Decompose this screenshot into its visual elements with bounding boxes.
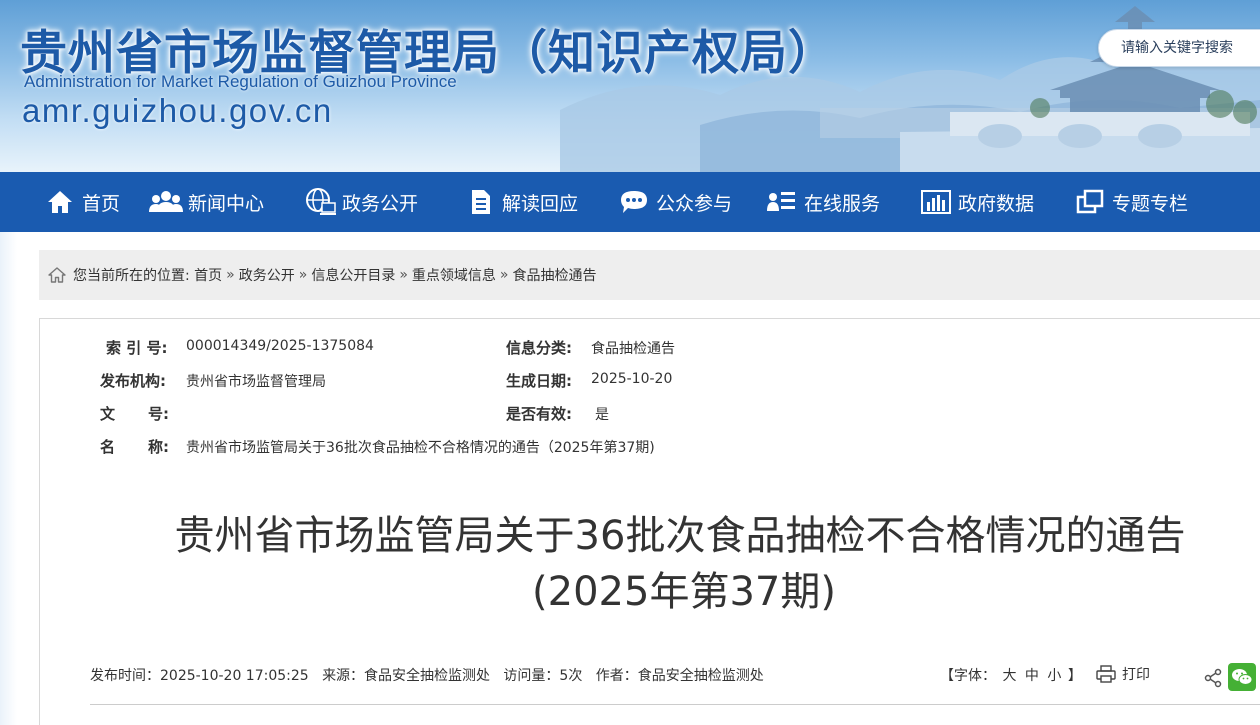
- breadcrumb-prefix: 您当前所在的位置:: [73, 268, 190, 284]
- windows-icon: [1072, 187, 1108, 217]
- docno-label-a: 文: [100, 405, 116, 423]
- font-size-control: 【字体： 大 中 小 】: [940, 665, 1082, 685]
- nav-item-gov-data[interactable]: 政府数据: [918, 172, 1034, 232]
- name-label-a: 名: [100, 438, 116, 456]
- print-button[interactable]: 打印: [1096, 664, 1150, 684]
- breadcrumb-link-food-inspection[interactable]: 食品抽检通告: [512, 265, 596, 285]
- home-outline-icon: [47, 265, 67, 285]
- index-value: 000014349/2025-1375084: [186, 338, 374, 354]
- date-label: 生成日期:: [506, 372, 572, 390]
- nav-item-interpretation[interactable]: 解读回应: [462, 172, 578, 232]
- search-box[interactable]: [1098, 29, 1260, 67]
- header-banner: 贵州省市场监督管理局（知识产权局） Administration for Mar…: [0, 0, 1260, 172]
- document-title-line1: 贵州省市场监管局关于36批次食品抽检不合格情况的通告: [174, 513, 1186, 559]
- share-icon[interactable]: [1203, 668, 1223, 688]
- publisher-value: 贵州省市场监督管理局: [186, 374, 326, 390]
- breadcrumb: 您当前所在的位置: 首页 » 政务公开 » 信息公开目录 » 重点领域信息 » …: [39, 250, 1260, 300]
- site-subtitle: Administration for Market Regulation of …: [24, 72, 457, 91]
- index-label: 索 引 号:: [106, 339, 168, 357]
- valid-label: 是否有效:: [506, 405, 572, 423]
- view-count: 访问量：5次: [503, 668, 583, 684]
- breadcrumb-separator: »: [499, 267, 509, 283]
- wechat-share-icon[interactable]: [1228, 663, 1256, 691]
- nav-label: 解读回应: [502, 192, 579, 215]
- nav-label: 首页: [82, 192, 121, 215]
- font-size-medium-button[interactable]: 中: [1025, 668, 1039, 684]
- font-size-close: 】: [1067, 668, 1082, 684]
- nav-label: 专题专栏: [1112, 192, 1189, 215]
- category-value: 食品抽检通告: [591, 341, 675, 357]
- nav-label: 政务公开: [342, 192, 419, 215]
- font-size-large-button[interactable]: 大: [1002, 668, 1016, 684]
- nav-item-online-service[interactable]: 在线服务: [764, 172, 880, 232]
- globe-computer-icon: [302, 187, 338, 217]
- font-size-small-button[interactable]: 小: [1047, 668, 1061, 684]
- main-nav: 首页 新闻中心 政务公开 解读回应 公众参与 在线服务 政府数据 专题专栏: [0, 172, 1260, 232]
- nav-item-news[interactable]: 新闻中心: [148, 172, 264, 232]
- printer-icon: [1096, 665, 1116, 683]
- article-author: 作者：食品安全抽检监测处: [595, 668, 764, 684]
- date-value: 2025-10-20: [591, 371, 673, 387]
- breadcrumb-link-key-areas[interactable]: 重点领域信息: [412, 265, 496, 285]
- article-info-bar: 发布时间：2025-10-20 17:05:25 来源：食品安全抽检监测处 访问…: [90, 665, 764, 685]
- valid-value: 是: [595, 407, 609, 423]
- breadcrumb-separator: »: [298, 267, 308, 283]
- home-icon: [42, 187, 78, 217]
- chat-bubble-icon: [616, 187, 652, 217]
- nav-label: 在线服务: [804, 192, 881, 215]
- docno-label-b: 号:: [148, 405, 169, 423]
- publisher-label: 发布机构:: [100, 372, 166, 390]
- nav-label: 公众参与: [656, 192, 733, 215]
- people-icon: [148, 187, 184, 217]
- name-label-b: 称:: [148, 438, 169, 456]
- breadcrumb-link-catalog[interactable]: 信息公开目录: [311, 265, 395, 285]
- nav-item-gov-affairs[interactable]: 政务公开: [302, 172, 418, 232]
- category-label: 信息分类:: [506, 339, 572, 357]
- nav-label: 政府数据: [958, 192, 1035, 215]
- font-size-label: 【字体：: [940, 668, 996, 684]
- breadcrumb-link-gov-affairs[interactable]: 政务公开: [239, 265, 295, 285]
- name-value: 贵州省市场监管局关于36批次食品抽检不合格情况的通告（2025年第37期): [186, 440, 655, 456]
- site-domain: amr.guizhou.gov.cn: [22, 92, 333, 129]
- bar-chart-icon: [918, 187, 954, 217]
- breadcrumb-link-home[interactable]: 首页: [194, 265, 222, 285]
- nav-item-special-topics[interactable]: 专题专栏: [1072, 172, 1188, 232]
- user-list-icon: [764, 187, 800, 217]
- article-source: 来源：食品安全抽检监测处: [322, 668, 491, 684]
- print-label: 打印: [1122, 667, 1150, 683]
- document-title-line2: (2025年第37期): [532, 569, 836, 615]
- nav-label: 新闻中心: [188, 192, 265, 215]
- breadcrumb-separator: »: [226, 267, 235, 283]
- document-icon: [462, 187, 498, 217]
- nav-item-participation[interactable]: 公众参与: [616, 172, 732, 232]
- breadcrumb-separator: »: [399, 267, 408, 283]
- search-input[interactable]: [1099, 30, 1260, 66]
- publish-time: 发布时间：2025-10-20 17:05:25: [90, 668, 309, 684]
- content-divider: [90, 704, 1260, 705]
- nav-item-home[interactable]: 首页: [42, 172, 120, 232]
- page-edge-decoration: [0, 232, 17, 725]
- document-title: 贵州省市场监管局关于36批次食品抽检不合格情况的通告 (2025年第37期): [100, 508, 1260, 620]
